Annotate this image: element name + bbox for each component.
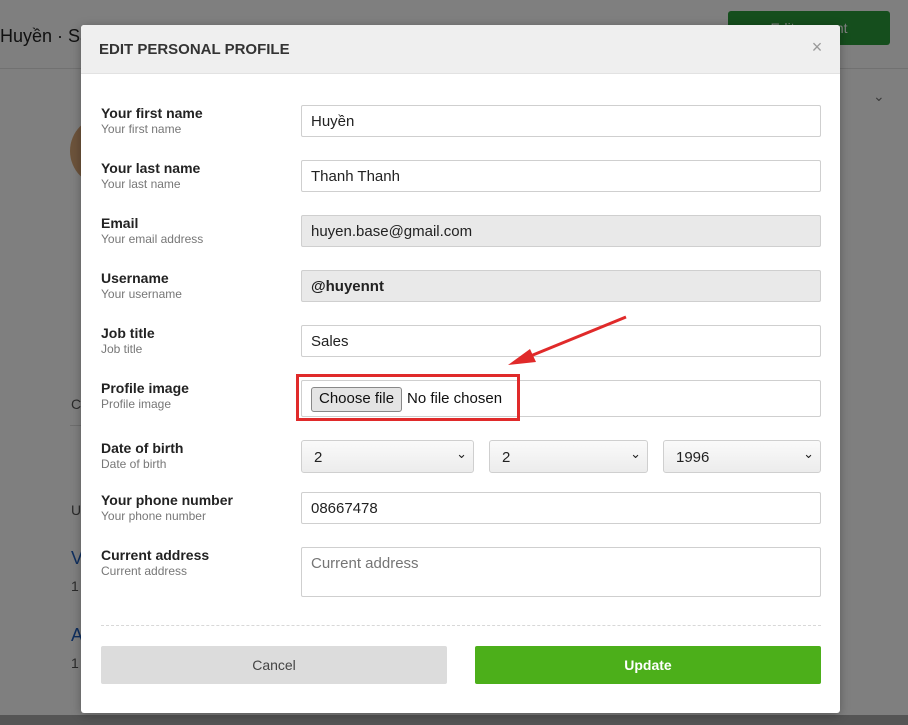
annotation-arrow-icon [508, 315, 627, 365]
